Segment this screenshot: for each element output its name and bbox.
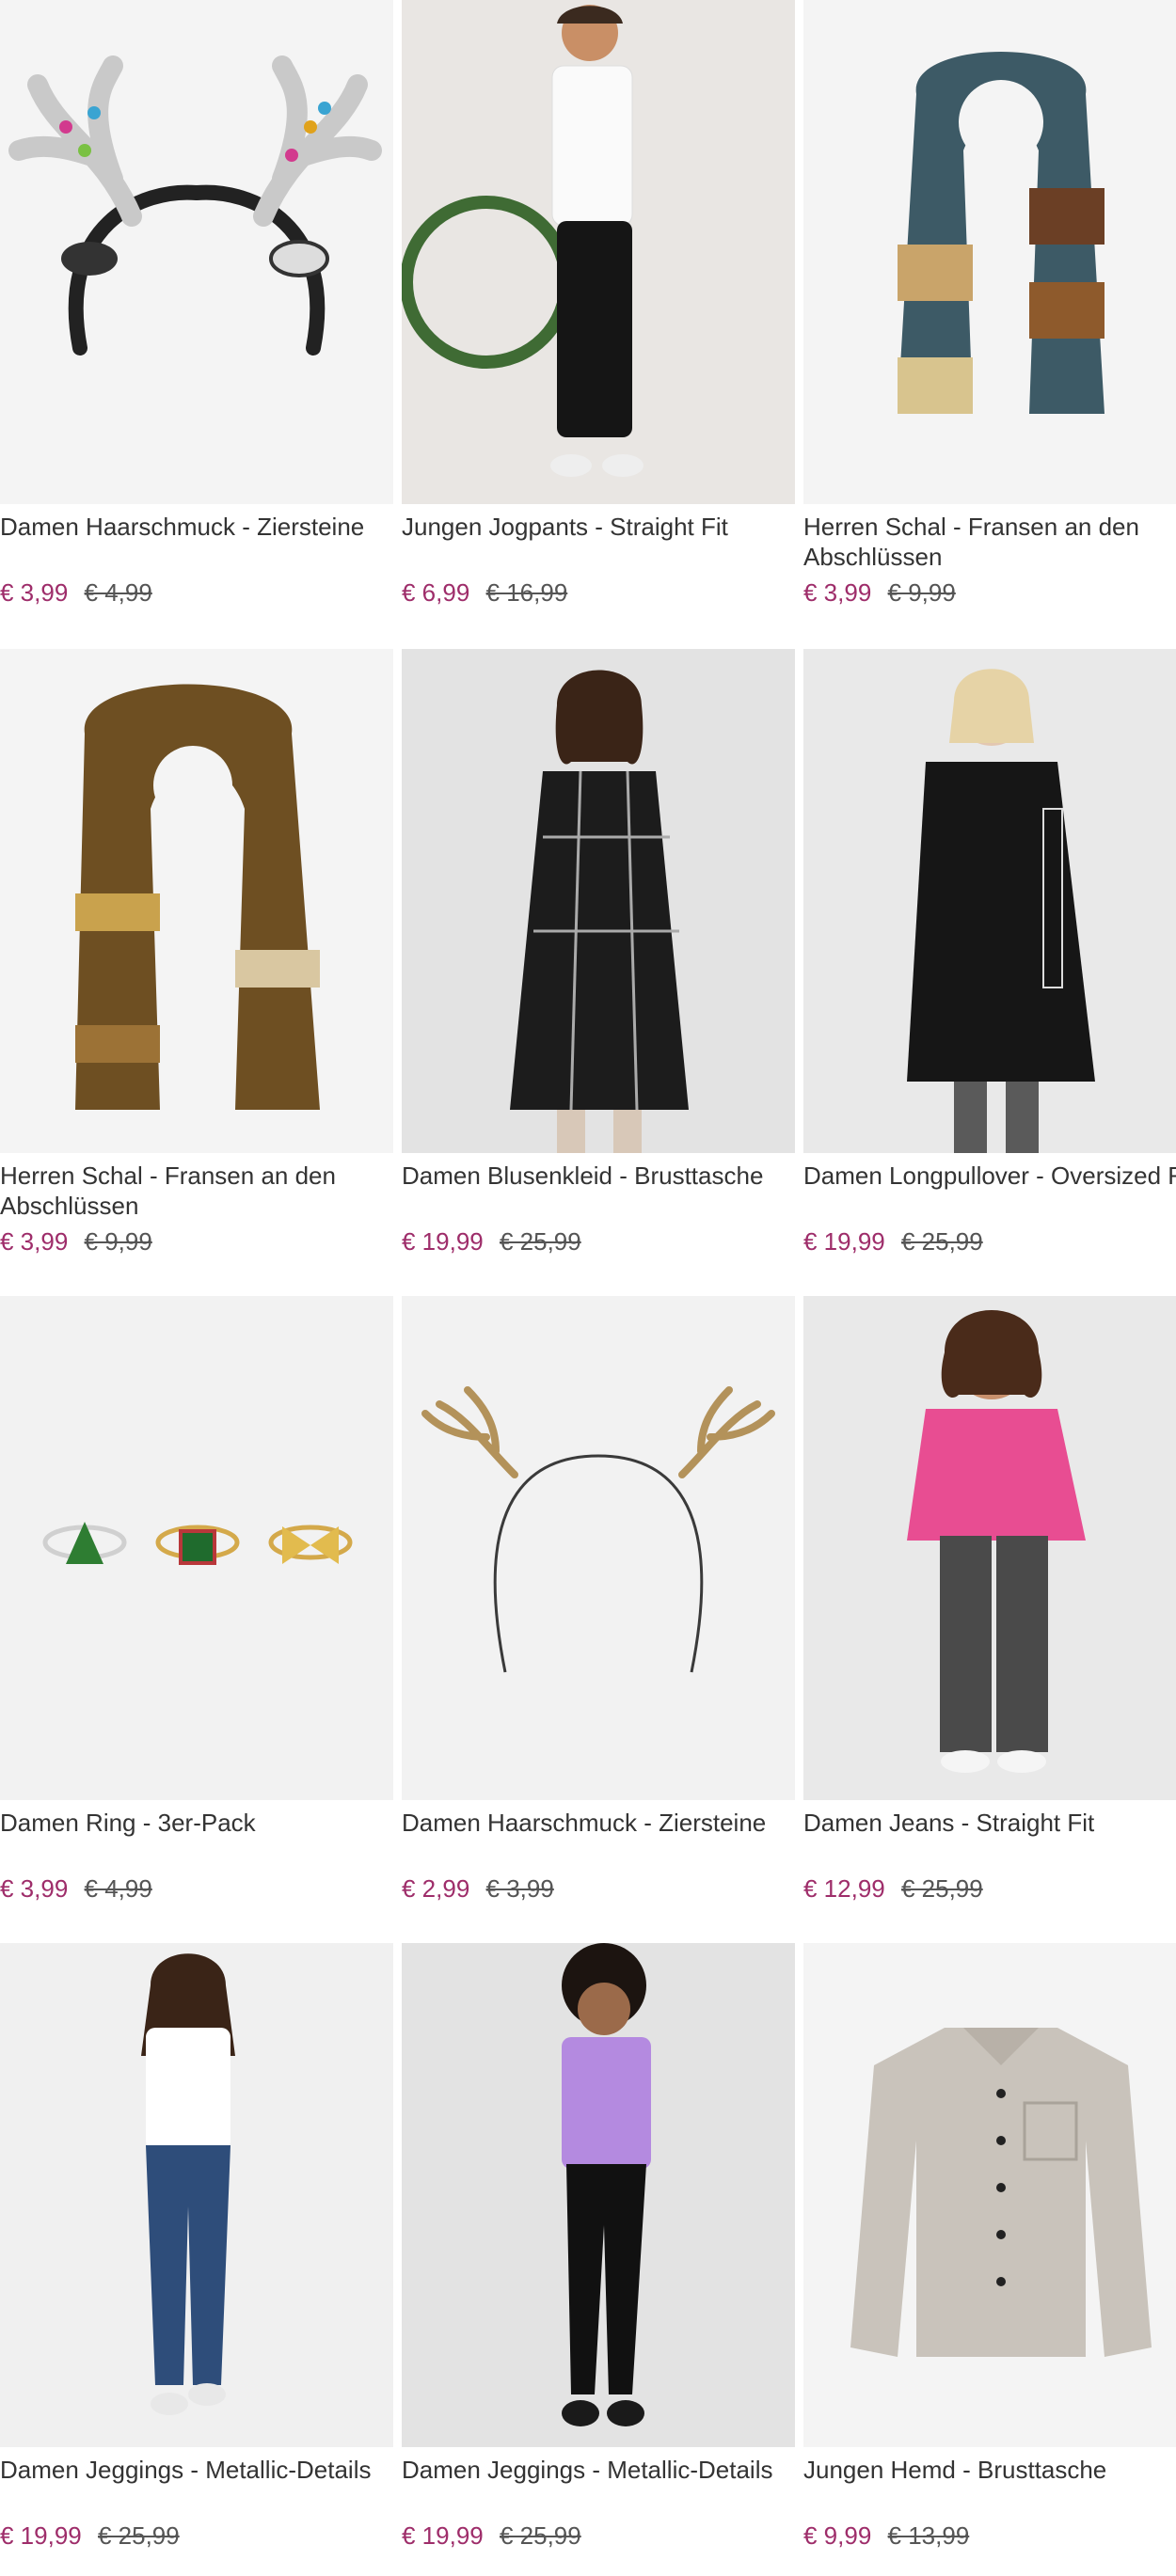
product-image[interactable] <box>0 649 393 1153</box>
antler-headband-image <box>0 0 393 504</box>
sale-price: € 9,99 <box>803 2521 872 2550</box>
product-image[interactable] <box>402 1943 795 2447</box>
pink-sweater-jeans-image <box>803 1296 1176 1800</box>
product-card[interactable]: Jungen Jogpants - Straight Fit € 6,99 € … <box>402 0 795 645</box>
product-prices: € 12,99 € 25,99 <box>803 1873 983 1904</box>
product-card[interactable]: Damen Ring - 3er-Pack € 3,99 € 4,99 <box>0 1296 393 1941</box>
product-prices: € 3,99 € 9,99 <box>0 1226 152 1256</box>
product-title[interactable]: Damen Haarschmuck - Ziersteine <box>402 1808 795 1838</box>
product-image[interactable] <box>0 1943 393 2447</box>
gold-antler-headband-image <box>402 1296 795 1800</box>
old-price: € 4,99 <box>84 578 152 607</box>
product-title[interactable]: Damen Longpullover - Oversized Fit <box>803 1161 1176 1191</box>
product-prices: € 2,99 € 3,99 <box>402 1873 554 1904</box>
product-image[interactable] <box>0 0 393 504</box>
old-price: € 4,99 <box>84 1874 152 1903</box>
product-image[interactable] <box>402 649 795 1153</box>
product-title[interactable]: Damen Jeggings - Metallic-Details <box>402 2455 795 2485</box>
sale-price: € 3,99 <box>803 578 872 607</box>
product-prices: € 6,99 € 16,99 <box>402 577 567 608</box>
product-title[interactable]: Damen Jeans - Straight Fit <box>803 1808 1176 1838</box>
product-prices: € 3,99 € 4,99 <box>0 577 152 608</box>
sale-price: € 19,99 <box>0 2521 82 2550</box>
product-image[interactable] <box>803 649 1176 1153</box>
sale-price: € 2,99 <box>402 1874 470 1903</box>
old-price: € 25,99 <box>900 1227 983 1256</box>
lilac-tee-jeggings-image <box>402 1943 795 2447</box>
sale-price: € 3,99 <box>0 578 69 607</box>
sale-price: € 19,99 <box>402 1227 484 1256</box>
product-prices: € 3,99 € 4,99 <box>0 1873 152 1904</box>
product-prices: € 19,99 € 25,99 <box>402 1226 581 1256</box>
product-image[interactable] <box>803 1943 1176 2447</box>
product-image[interactable] <box>402 1296 795 1800</box>
product-title[interactable]: Jungen Hemd - Brusttasche <box>803 2455 1176 2485</box>
product-card[interactable]: Damen Jeggings - Metallic-Details € 19,9… <box>402 1943 795 2576</box>
old-price: € 3,99 <box>485 1874 554 1903</box>
old-price: € 25,99 <box>900 1874 983 1903</box>
brown-scarf-image <box>0 649 393 1153</box>
sale-price: € 19,99 <box>402 2521 484 2550</box>
sale-price: € 12,99 <box>803 1874 885 1903</box>
product-image[interactable] <box>402 0 795 504</box>
product-prices: € 9,99 € 13,99 <box>803 2521 969 2551</box>
product-title[interactable]: Jungen Jogpants - Straight Fit <box>402 512 795 542</box>
product-prices: € 19,99 € 25,99 <box>0 2521 180 2551</box>
product-title[interactable]: Damen Jeggings - Metallic-Details <box>0 2455 393 2485</box>
product-card[interactable]: Damen Haarschmuck - Ziersteine € 2,99 € … <box>402 1296 795 1941</box>
boy-outfit-image <box>402 0 795 504</box>
product-card[interactable]: Herren Schal - Fransen an den Abschlüsse… <box>803 0 1176 645</box>
product-image[interactable] <box>803 0 1176 504</box>
product-prices: € 19,99 € 25,99 <box>402 2521 581 2551</box>
product-card[interactable]: Damen Blusenkleid - Brusttasche € 19,99 … <box>402 649 795 1294</box>
product-title[interactable]: Herren Schal - Fransen an den Abschlüsse… <box>803 512 1176 572</box>
sale-price: € 3,99 <box>0 1227 69 1256</box>
plaid-dress-image <box>402 649 795 1153</box>
product-card[interactable]: Damen Jeggings - Metallic-Details € 19,9… <box>0 1943 393 2576</box>
product-image[interactable] <box>0 1296 393 1800</box>
product-title[interactable]: Damen Blusenkleid - Brusttasche <box>402 1161 795 1191</box>
product-prices: € 3,99 € 9,99 <box>803 577 956 608</box>
rings-image <box>0 1296 393 1800</box>
checked-scarf-image <box>803 0 1176 504</box>
product-card[interactable]: Damen Longpullover - Oversized Fit € 19,… <box>803 649 1176 1294</box>
boy-shirt-image <box>803 1943 1176 2447</box>
sale-price: € 3,99 <box>0 1874 69 1903</box>
white-top-jeggings-image <box>0 1943 393 2447</box>
product-card[interactable]: Damen Haarschmuck - Ziersteine € 3,99 € … <box>0 0 393 645</box>
product-prices: € 19,99 € 25,99 <box>803 1226 983 1256</box>
product-card[interactable]: Herren Schal - Fransen an den Abschlüsse… <box>0 649 393 1294</box>
sale-price: € 19,99 <box>803 1227 885 1256</box>
old-price: € 16,99 <box>485 578 568 607</box>
product-title[interactable]: Damen Haarschmuck - Ziersteine <box>0 512 393 542</box>
product-image[interactable] <box>803 1296 1176 1800</box>
old-price: € 13,99 <box>887 2521 970 2550</box>
product-card[interactable]: Jungen Hemd - Brusttasche € 9,99 € 13,99 <box>803 1943 1176 2576</box>
old-price: € 25,99 <box>499 1227 581 1256</box>
product-title[interactable]: Herren Schal - Fransen an den Abschlüsse… <box>0 1161 393 1221</box>
product-card[interactable]: Damen Jeans - Straight Fit € 12,99 € 25,… <box>803 1296 1176 1941</box>
longpullover-image <box>803 649 1176 1153</box>
product-title[interactable]: Damen Ring - 3er-Pack <box>0 1808 393 1838</box>
old-price: € 25,99 <box>97 2521 180 2550</box>
old-price: € 25,99 <box>499 2521 581 2550</box>
old-price: € 9,99 <box>887 578 956 607</box>
old-price: € 9,99 <box>84 1227 152 1256</box>
sale-price: € 6,99 <box>402 578 470 607</box>
